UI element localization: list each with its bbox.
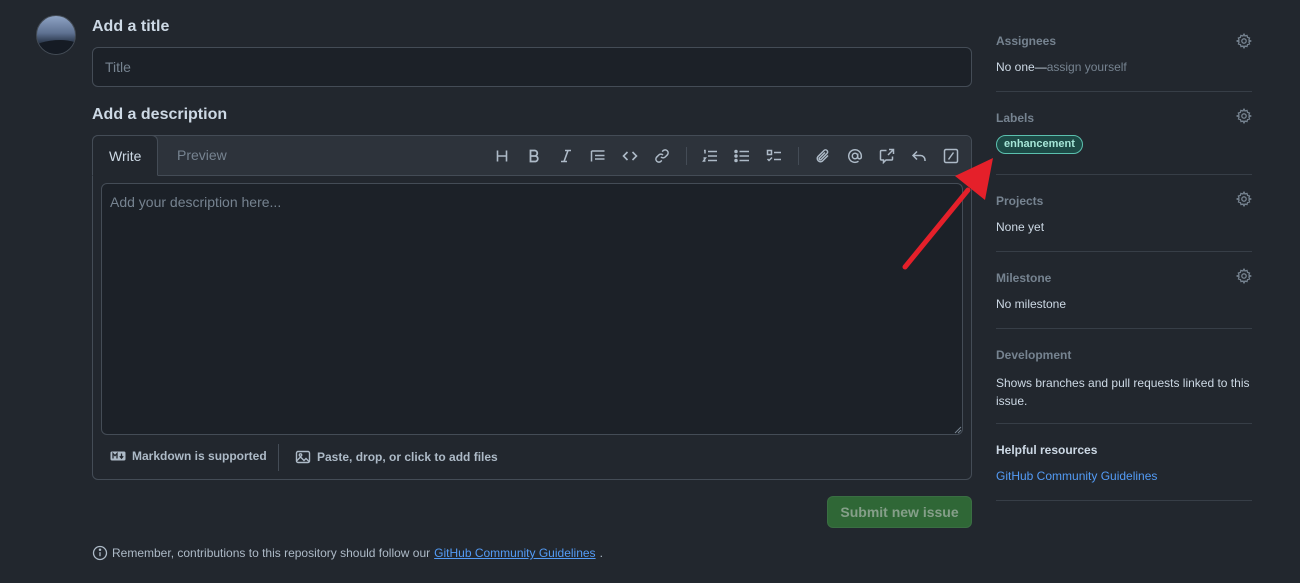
tab-preview[interactable]: Preview bbox=[161, 135, 243, 176]
guidelines-link[interactable]: GitHub Community Guidelines bbox=[434, 546, 595, 560]
title-heading: Add a title bbox=[92, 18, 170, 35]
assignees-gear-icon[interactable] bbox=[1236, 33, 1252, 49]
assignees-heading[interactable]: Assignees bbox=[996, 34, 1056, 48]
projects-gear-icon[interactable] bbox=[1236, 191, 1252, 207]
editor-toolbar: Write Preview bbox=[92, 135, 971, 176]
assignees-value: No one—assign yourself bbox=[996, 60, 1127, 74]
notice-suffix: . bbox=[599, 546, 603, 560]
milestone-heading[interactable]: Milestone bbox=[996, 271, 1051, 285]
description-heading: Add a description bbox=[92, 106, 228, 123]
labels-heading[interactable]: Labels bbox=[996, 111, 1034, 125]
sidebar-divider bbox=[996, 91, 1252, 92]
toolbar-divider bbox=[686, 147, 687, 165]
description-editor: Write Preview Add your description here.… bbox=[92, 135, 972, 480]
sidebar-divider bbox=[996, 174, 1252, 175]
italic-icon[interactable] bbox=[556, 146, 576, 166]
milestone-gear-icon[interactable] bbox=[1236, 268, 1252, 284]
contribution-notice: Remember, contributions to this reposito… bbox=[92, 545, 603, 561]
milestone-value: No milestone bbox=[996, 297, 1067, 311]
resize-grip-icon[interactable] bbox=[954, 426, 962, 434]
notice-text: Remember, contributions to this reposito… bbox=[112, 546, 431, 560]
tab-write[interactable]: Write bbox=[92, 135, 159, 176]
paperclip-icon[interactable] bbox=[813, 146, 833, 166]
link-icon[interactable] bbox=[652, 146, 672, 166]
bold-icon[interactable] bbox=[524, 146, 544, 166]
markdown-supported-link[interactable]: Markdown is supported bbox=[110, 449, 267, 463]
numbered-list-icon[interactable] bbox=[700, 146, 720, 166]
labels-gear-icon[interactable] bbox=[1236, 108, 1252, 124]
development-heading: Development bbox=[996, 348, 1072, 362]
helpful-resources-heading: Helpful resources bbox=[996, 443, 1098, 457]
sidebar-divider bbox=[996, 328, 1252, 329]
assign-yourself-link[interactable]: assign yourself bbox=[1047, 60, 1127, 74]
assignees-none: No one— bbox=[996, 60, 1047, 74]
quote-icon[interactable] bbox=[588, 146, 608, 166]
bulleted-list-icon[interactable] bbox=[732, 146, 752, 166]
mention-icon[interactable] bbox=[845, 146, 865, 166]
submit-issue-button[interactable]: Submit new issue bbox=[827, 496, 972, 528]
code-icon[interactable] bbox=[620, 146, 640, 166]
info-icon bbox=[92, 545, 108, 561]
sidebar-divider bbox=[996, 423, 1252, 424]
sidebar-divider bbox=[996, 251, 1252, 252]
add-files-button[interactable]: Paste, drop, or click to add files bbox=[295, 449, 498, 465]
markdown-icon bbox=[110, 451, 126, 461]
markdown-label: Markdown is supported bbox=[132, 449, 267, 463]
title-input[interactable] bbox=[92, 47, 972, 87]
sidebar-divider bbox=[996, 500, 1252, 501]
label-enhancement[interactable]: enhancement bbox=[996, 135, 1083, 154]
footer-divider bbox=[278, 444, 279, 471]
task-list-icon[interactable] bbox=[764, 146, 784, 166]
add-files-label: Paste, drop, or click to add files bbox=[317, 450, 498, 464]
heading-icon[interactable] bbox=[492, 146, 512, 166]
community-guidelines-link[interactable]: GitHub Community Guidelines bbox=[996, 469, 1157, 483]
toolbar-divider bbox=[798, 147, 799, 165]
projects-heading[interactable]: Projects bbox=[996, 194, 1043, 208]
image-icon bbox=[295, 450, 311, 464]
projects-value: None yet bbox=[996, 220, 1045, 234]
description-input[interactable] bbox=[101, 183, 963, 435]
slash-command-icon[interactable] bbox=[941, 146, 961, 166]
reply-icon[interactable] bbox=[909, 146, 929, 166]
user-avatar bbox=[36, 15, 76, 55]
development-value: Shows branches and pull requests linked … bbox=[996, 376, 1250, 408]
cross-reference-icon[interactable] bbox=[877, 146, 897, 166]
